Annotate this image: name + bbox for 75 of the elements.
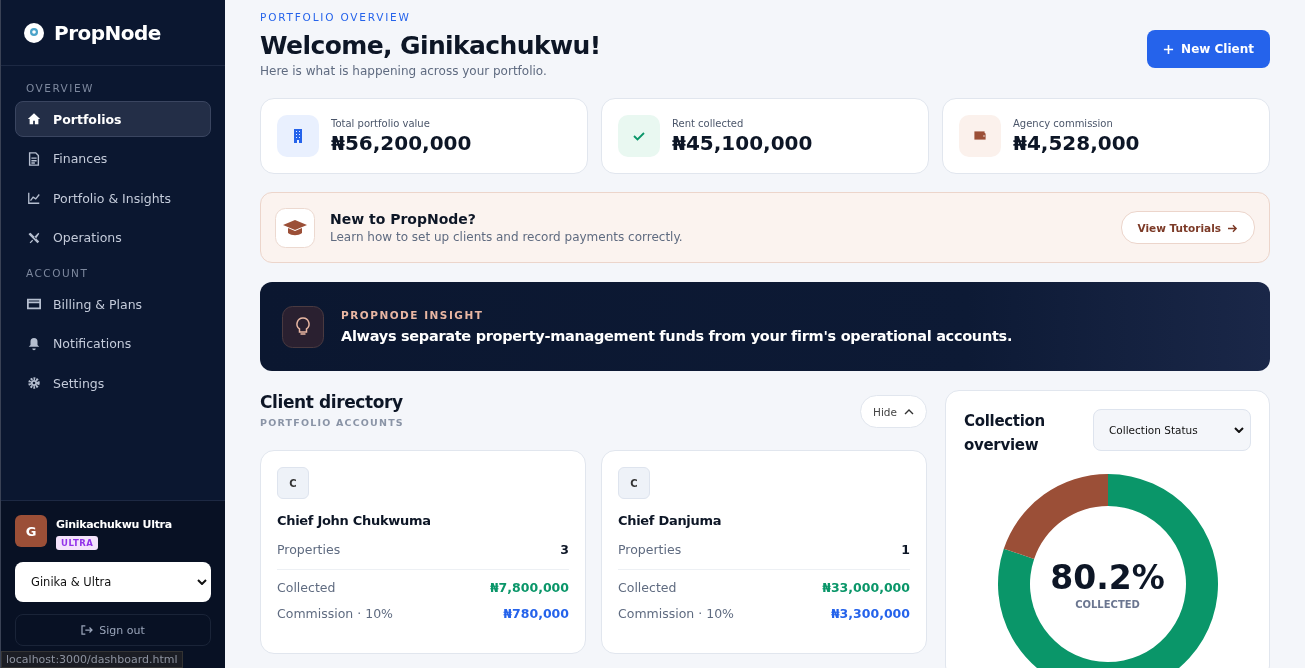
plan-badge: ULTRA	[56, 536, 99, 550]
row-label: Properties	[618, 542, 682, 557]
insight-label: PROPNODE INSIGHT	[341, 309, 485, 321]
arrow-right-icon	[1227, 224, 1238, 233]
commission-amount: ₦780,000	[503, 606, 569, 621]
nav-section-title: OVERVIEW	[25, 81, 95, 96]
lightbulb-icon	[282, 305, 324, 348]
plus-icon	[1163, 43, 1175, 55]
stat-value: ₦45,100,000	[672, 130, 813, 155]
nav-item[interactable]: Portfolios	[15, 101, 211, 137]
nav-item[interactable]: Portfolio & Insights	[15, 180, 211, 216]
client-name: Chief John Chukwuma	[277, 513, 432, 528]
doc-icon	[27, 151, 41, 166]
hide-button[interactable]: Hide	[860, 395, 927, 428]
row-label: Commission · 10%	[618, 606, 734, 621]
section-title: Client directory	[260, 392, 404, 412]
gear-logo-icon	[23, 22, 45, 44]
row-label: Collected	[277, 580, 336, 595]
nav-section-title: ACCOUNT	[25, 266, 90, 281]
gear-icon	[27, 376, 41, 390]
properties-count: 3	[560, 542, 569, 557]
properties-count: 1	[901, 542, 910, 557]
card-title: Collection overview	[964, 411, 1046, 456]
collected-amount: ₦33,000,000	[822, 580, 910, 595]
sign-out-button[interactable]: Sign out	[15, 614, 211, 646]
chart-icon	[27, 191, 41, 205]
chevron-down-icon	[197, 579, 207, 585]
collected-percent: 80.2%	[1050, 558, 1165, 597]
nav-item[interactable]: Billing & Plans	[15, 286, 211, 322]
nav-item[interactable]: Notifications	[15, 325, 211, 362]
home-icon	[27, 112, 41, 126]
client-card[interactable]: C Chief John Chukwuma Properties 3 Collected ₦7,800,000 Commission · 10% ₦780,000	[260, 450, 586, 654]
stat-value: ₦56,200,000	[331, 130, 472, 155]
graduation-cap-icon	[275, 207, 315, 248]
new-client-button[interactable]: New Client	[1147, 30, 1270, 68]
user-name: Ginikachukwu Ultra	[56, 518, 172, 531]
collection-select[interactable]: Collection Status	[1093, 409, 1251, 451]
user-avatar: G	[15, 515, 47, 547]
check-icon	[618, 115, 660, 157]
wallet-icon	[959, 115, 1001, 157]
collected-amount: ₦7,800,000	[489, 580, 569, 595]
chevron-down-icon	[1234, 427, 1244, 433]
client-card[interactable]: C Chief Danjuma Properties 1 Collected ₦33,000,000 Commission · 10% ₦3,300,000	[601, 450, 927, 654]
insight-text: Always separate property-management funds from your firm's operational accounts.	[341, 328, 1013, 344]
stat-value: ₦4,528,000	[1013, 130, 1140, 155]
nav-item[interactable]: Settings	[15, 365, 211, 401]
client-name: Chief Danjuma	[618, 513, 723, 528]
sign-out-icon	[81, 625, 94, 635]
tools-icon	[27, 230, 41, 245]
nav-item[interactable]: Operations	[15, 219, 211, 256]
building-icon	[277, 115, 319, 157]
stat-label: Rent collected	[672, 117, 745, 129]
banner-text: Learn how to set up clients and record payments correctly.	[330, 230, 684, 244]
row-label: Commission · 10%	[277, 606, 393, 621]
collected-caption: COLLECTED	[1075, 599, 1140, 610]
section-subtitle: PORTFOLIO ACCOUNTS	[260, 417, 404, 428]
link-url-tooltip: localhost:3000/dashboard.html	[1, 651, 183, 668]
workspace-select[interactable]: Ginika & Ultra	[15, 562, 211, 602]
stat-label: Total portfolio value	[331, 117, 431, 129]
row-label: Collected	[618, 580, 677, 595]
page-subtitle: Here is what is happening across your portfolio.	[260, 64, 548, 78]
row-label: Properties	[277, 542, 341, 557]
welcome-title: Welcome, Ginikachukwu!	[260, 31, 601, 60]
card-icon	[27, 297, 41, 311]
page-eyebrow: PORTFOLIO OVERVIEW	[260, 11, 412, 23]
stat-label: Agency commission	[1013, 117, 1114, 129]
nav-item[interactable]: Finances	[15, 140, 211, 177]
chevron-up-icon	[904, 408, 914, 415]
banner-title: New to PropNode?	[330, 211, 477, 227]
bell-icon	[27, 336, 41, 351]
brand-name: PropNode	[54, 21, 161, 45]
client-initial: C	[618, 467, 650, 499]
commission-amount: ₦3,300,000	[830, 606, 910, 621]
client-initial: C	[277, 467, 309, 499]
view-tutorials-button[interactable]: View Tutorials	[1120, 211, 1255, 244]
